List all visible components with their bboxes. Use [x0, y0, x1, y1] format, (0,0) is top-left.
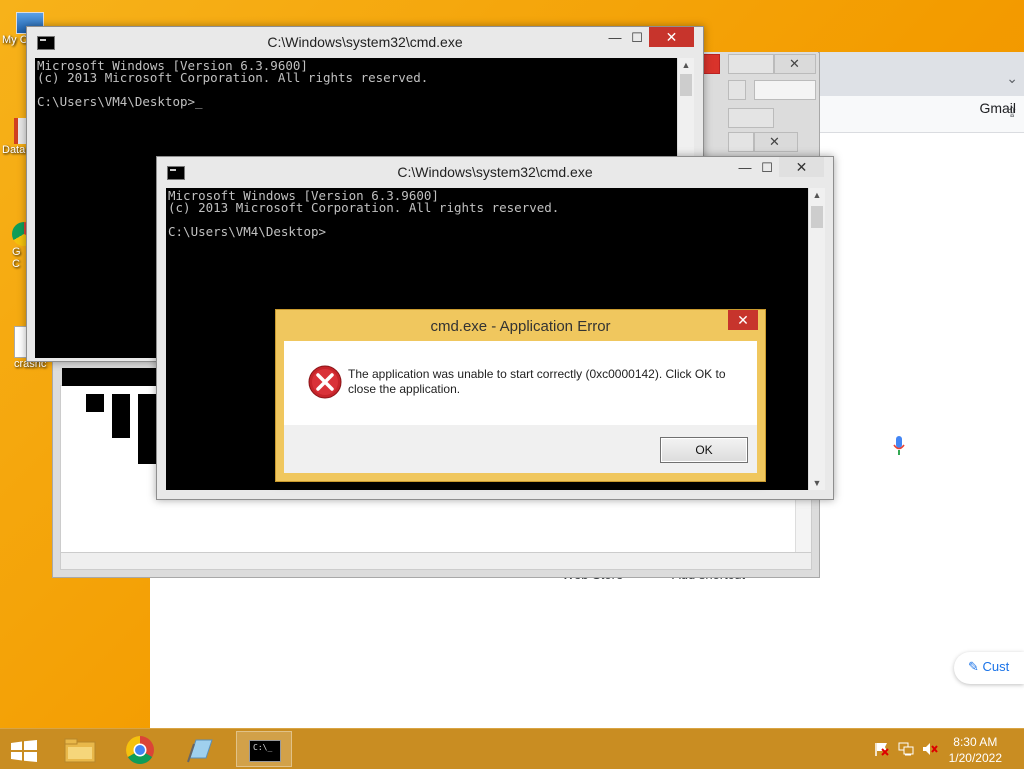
cmd-titlebar[interactable]: C:\Windows\system32\cmd.exe — ☐ ✕ — [157, 157, 833, 187]
ok-button[interactable]: OK — [660, 437, 748, 463]
cmd-icon: C:\_ — [249, 740, 281, 762]
tab-search-icon[interactable]: ⌄ — [1006, 70, 1018, 87]
desktop-icon-label: My C — [2, 34, 28, 46]
notepad-icon — [187, 739, 213, 763]
ghost-button[interactable] — [754, 80, 816, 100]
folder-icon — [64, 738, 96, 763]
ghost-close-button[interactable]: ✕ — [754, 132, 798, 152]
dialog-close-button[interactable]: ✕ — [728, 310, 758, 330]
gmail-link[interactable]: Gmail — [979, 100, 1016, 116]
windows-logo-icon — [11, 740, 37, 762]
dialog-body: The application was unable to start corr… — [284, 341, 757, 425]
ghost-horizontal-scrollbar[interactable] — [60, 552, 812, 570]
ghost-maximize-button[interactable] — [728, 132, 754, 152]
close-icon: ✕ — [769, 134, 780, 149]
ghost-close-button[interactable] — [702, 54, 720, 74]
start-button[interactable] — [0, 731, 48, 767]
desktop-icon-label: Data — [2, 144, 26, 156]
taskbar-notepad[interactable] — [172, 731, 228, 767]
render-artifact — [112, 394, 130, 438]
ghost-button[interactable] — [728, 80, 746, 100]
error-icon — [308, 365, 342, 399]
ghost-minimize-button[interactable] — [728, 54, 774, 74]
scroll-up-icon[interactable]: ▲ — [809, 190, 825, 200]
close-button[interactable]: ✕ — [779, 157, 824, 177]
network-icon[interactable] — [898, 742, 914, 756]
ghost-titlebars: ✕ ✕ — [700, 52, 818, 162]
dialog-message: The application was unable to start corr… — [348, 367, 726, 396]
cmd-titlebar[interactable]: C:\Windows\system32\cmd.exe — ☐ ✕ — [27, 27, 703, 57]
ghost-minimize-button[interactable] — [728, 108, 774, 128]
chrome-icon — [126, 736, 154, 764]
taskbar: C:\_ 8:30 AM 1/20/2022 — [0, 728, 1024, 769]
clock-time: 8:30 AM — [953, 735, 998, 749]
clock-date: 1/20/2022 — [948, 751, 1002, 765]
taskbar-chrome[interactable] — [112, 731, 168, 767]
scroll-down-icon[interactable]: ▼ — [809, 478, 825, 488]
dialog-footer: OK — [284, 425, 757, 473]
scroll-up-icon[interactable]: ▲ — [678, 60, 694, 70]
render-artifact — [62, 368, 158, 386]
system-clock[interactable]: 8:30 AM 1/20/2022 — [949, 734, 1002, 766]
scroll-thumb[interactable] — [680, 74, 692, 96]
close-button[interactable]: ✕ — [649, 27, 694, 47]
taskbar-file-explorer[interactable] — [52, 731, 108, 767]
taskbar-cmd[interactable]: C:\_ — [236, 731, 292, 767]
ghost-close-button[interactable]: ✕ — [774, 54, 816, 74]
maximize-button[interactable]: ☐ — [753, 159, 781, 177]
customize-chrome-button[interactable]: ✎ Cust — [954, 652, 1024, 684]
maximize-button[interactable]: ☐ — [623, 29, 651, 47]
microphone-icon[interactable] — [892, 436, 906, 456]
dialog-title: cmd.exe - Application Error — [430, 318, 611, 335]
render-artifact — [138, 394, 156, 464]
close-icon: ✕ — [789, 56, 800, 71]
action-center-flag-icon[interactable] — [874, 742, 890, 756]
customize-label: Cust — [982, 659, 1010, 674]
vertical-scrollbar[interactable]: ▲ ▼ — [808, 188, 825, 490]
render-artifact — [86, 394, 104, 412]
pencil-icon: ✎ — [968, 659, 979, 674]
error-dialog[interactable]: cmd.exe - Application Error ✕ The applic… — [275, 309, 766, 482]
scroll-thumb[interactable] — [811, 206, 823, 228]
desktop-icon-label: C — [12, 258, 20, 270]
volume-muted-icon[interactable] — [922, 742, 938, 756]
desktop-icon-label: G — [12, 246, 21, 258]
